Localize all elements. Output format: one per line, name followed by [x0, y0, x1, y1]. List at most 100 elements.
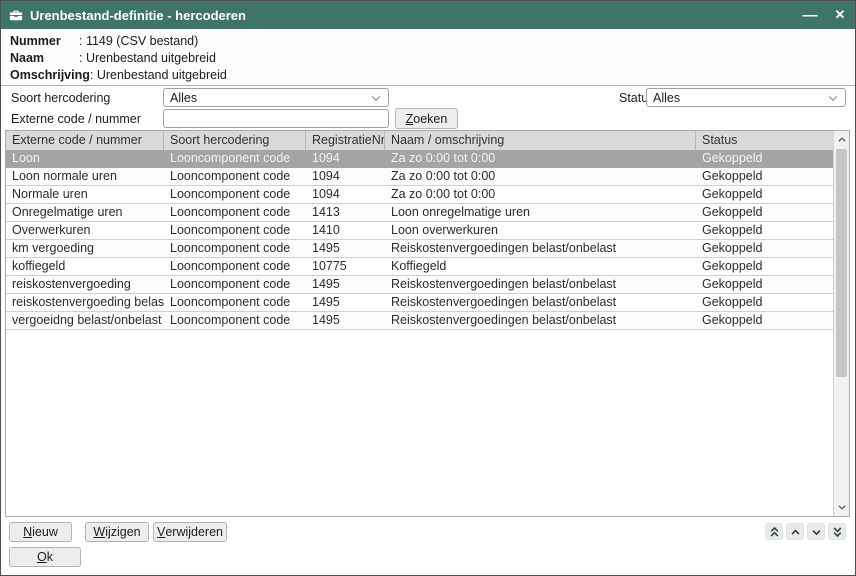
action-bar: Nieuw Wijzigen Verwijderen Ok	[1, 517, 855, 575]
scroll-up-icon[interactable]	[834, 132, 850, 148]
table-row[interactable]: Normale urenLooncomponent code1094Za zo …	[6, 186, 833, 204]
table-row[interactable]: koffiegeldLooncomponent code10775Koffieg…	[6, 258, 833, 276]
ok-button[interactable]: Ok	[9, 547, 81, 567]
wijzigen-button[interactable]: Wijzigen	[85, 522, 149, 542]
table-row[interactable]: LoonLooncomponent code1094Za zo 0:00 tot…	[6, 150, 833, 168]
table-cell: Looncomponent code	[164, 258, 306, 275]
table-cell: 1094	[306, 150, 385, 167]
table-cell: Looncomponent code	[164, 204, 306, 221]
table-cell: Za zo 0:00 tot 0:00	[385, 186, 696, 203]
chevron-up-icon	[790, 527, 801, 537]
verwijderen-button[interactable]: Verwijderen	[153, 522, 227, 542]
table-row[interactable]: km vergoedingLooncomponent code1495Reisk…	[6, 240, 833, 258]
soort-hercodering-value: Alles	[170, 91, 370, 105]
close-button[interactable]: ✕	[825, 1, 855, 29]
go-last-button[interactable]	[828, 523, 846, 540]
soort-hercodering-select[interactable]: Alles	[163, 88, 389, 107]
table-row[interactable]: reiskostenvergoedingLooncomponent code14…	[6, 276, 833, 294]
go-previous-button[interactable]	[786, 523, 804, 540]
soort-hercodering-label: Soort hercodering	[11, 89, 110, 108]
info-row-nummer: Nummer: 1149 (CSV bestand)	[10, 33, 855, 50]
title-bar: Urenbestand-definitie - hercoderen — ✕	[1, 1, 855, 29]
zoeken-button[interactable]: Zoeken	[395, 108, 458, 129]
table-cell: 1495	[306, 294, 385, 311]
info-row-naam: Naam: Urenbestand uitgebreid	[10, 50, 855, 67]
minimize-button[interactable]: —	[795, 1, 825, 29]
dialog-window: Urenbestand-definitie - hercoderen — ✕ N…	[0, 0, 856, 576]
table-cell: 1413	[306, 204, 385, 221]
naam-sep: :	[79, 50, 86, 67]
nummer-label: Nummer	[10, 33, 79, 50]
table-cell: Looncomponent code	[164, 168, 306, 185]
table-cell: reiskostenvergoeding belas...	[6, 294, 164, 311]
table-cell: Reiskostenvergoedingen belast/onbelast	[385, 312, 696, 329]
table-cell: Reiskostenvergoedingen belast/onbelast	[385, 276, 696, 293]
table-cell: Gekoppeld	[696, 222, 824, 239]
table-cell: Looncomponent code	[164, 186, 306, 203]
table-cell: Onregelmatige uren	[6, 204, 164, 221]
table-cell: Gekoppeld	[696, 312, 824, 329]
vertical-scrollbar[interactable]	[833, 131, 849, 516]
table-cell: 1410	[306, 222, 385, 239]
double-chevron-down-icon	[832, 526, 843, 538]
table-cell: Za zo 0:00 tot 0:00	[385, 168, 696, 185]
externe-code-label: Externe code / nummer	[11, 110, 141, 129]
table-cell: Looncomponent code	[164, 150, 306, 167]
table-cell: Looncomponent code	[164, 240, 306, 257]
toolbox-icon	[9, 8, 23, 22]
table-row[interactable]: Loon normale urenLooncomponent code1094Z…	[6, 168, 833, 186]
table-row[interactable]: reiskostenvergoeding belas...Looncompone…	[6, 294, 833, 312]
go-first-button[interactable]	[765, 523, 783, 540]
status-select[interactable]: Alles	[646, 88, 846, 107]
table-body: LoonLooncomponent code1094Za zo 0:00 tot…	[6, 150, 833, 516]
column-header-status[interactable]: Status	[696, 131, 849, 150]
column-header-soort-hercodering[interactable]: Soort hercodering	[164, 131, 306, 150]
table-cell: Looncomponent code	[164, 222, 306, 239]
table-cell: reiskostenvergoeding	[6, 276, 164, 293]
table-cell: Loon normale uren	[6, 168, 164, 185]
externe-code-input[interactable]	[163, 109, 389, 128]
table-cell: Gekoppeld	[696, 258, 824, 275]
info-row-omschrijving: Omschrijving: Urenbestand uitgebreid	[10, 67, 855, 84]
omschrijving-sep: :	[90, 67, 97, 84]
hercodering-table: Externe code / nummer Soort hercodering …	[5, 130, 850, 517]
naam-value: Urenbestand uitgebreid	[86, 50, 216, 67]
table-cell: 1094	[306, 186, 385, 203]
table-cell: Gekoppeld	[696, 150, 824, 167]
table-cell: Koffiegeld	[385, 258, 696, 275]
table-cell: Looncomponent code	[164, 294, 306, 311]
nieuw-button[interactable]: Nieuw	[9, 522, 72, 542]
table-cell: Normale uren	[6, 186, 164, 203]
table-header: Externe code / nummer Soort hercodering …	[6, 131, 849, 150]
table-row[interactable]: vergoeidng belast/onbelastLooncomponent …	[6, 312, 833, 330]
table-cell: Overwerkuren	[6, 222, 164, 239]
definition-info-panel: Nummer: 1149 (CSV bestand) Naam: Urenbes…	[1, 29, 855, 86]
table-cell: Gekoppeld	[696, 204, 824, 221]
table-row[interactable]: Onregelmatige urenLooncomponent code1413…	[6, 204, 833, 222]
column-header-externe-code[interactable]: Externe code / nummer	[6, 131, 164, 150]
table-cell: 1495	[306, 276, 385, 293]
table-cell: Gekoppeld	[696, 276, 824, 293]
table-cell: 1094	[306, 168, 385, 185]
chevron-down-icon	[811, 527, 822, 537]
double-chevron-up-icon	[769, 526, 780, 538]
naam-label: Naam	[10, 50, 79, 67]
go-next-button[interactable]	[807, 523, 825, 540]
filter-bar: Soort hercodering Alles Status Alles Ext…	[1, 87, 855, 130]
table-cell: Looncomponent code	[164, 312, 306, 329]
table-cell: Reiskostenvergoedingen belast/onbelast	[385, 294, 696, 311]
column-header-naam-omschrijving[interactable]: Naam / omschrijving	[385, 131, 696, 150]
table-cell: Reiskostenvergoedingen belast/onbelast	[385, 240, 696, 257]
omschrijving-label: Omschrijving	[10, 67, 90, 84]
scroll-down-icon[interactable]	[834, 499, 850, 515]
table-cell: km vergoeding	[6, 240, 164, 257]
window-title: Urenbestand-definitie - hercoderen	[30, 8, 246, 23]
status-value: Alles	[653, 91, 827, 105]
column-header-registratienr[interactable]: RegistratieNr	[306, 131, 385, 150]
table-cell: vergoeidng belast/onbelast	[6, 312, 164, 329]
table-row[interactable]: OverwerkurenLooncomponent code1410Loon o…	[6, 222, 833, 240]
table-cell: Gekoppeld	[696, 240, 824, 257]
nummer-sep: :	[79, 33, 86, 50]
omschrijving-value: Urenbestand uitgebreid	[97, 67, 227, 84]
scrollbar-thumb[interactable]	[836, 149, 847, 377]
